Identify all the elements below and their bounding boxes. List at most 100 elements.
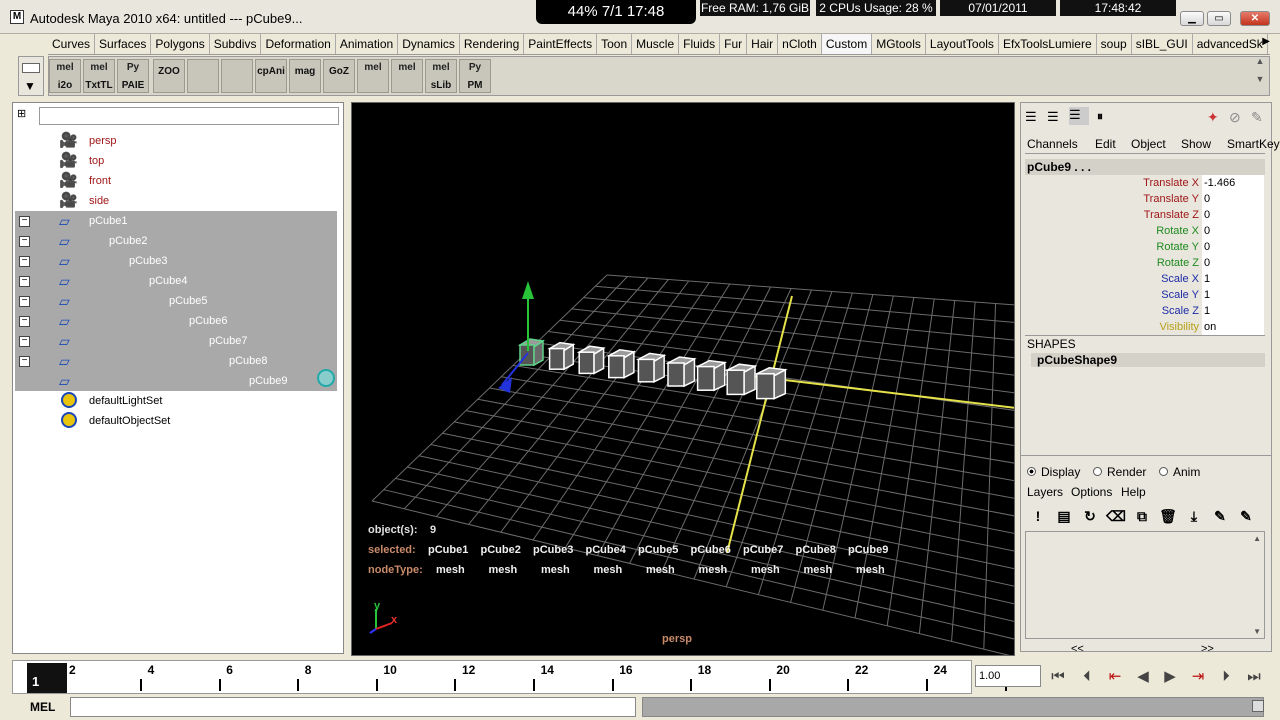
current-frame-field[interactable]: 1.00 — [975, 665, 1041, 687]
layer-menu-layers[interactable]: Layers — [1027, 485, 1063, 499]
outliner-item-defaultObjectSet[interactable]: defaultObjectSet — [15, 411, 337, 431]
go-to-start-icon[interactable]: ⏮ — [1046, 666, 1070, 688]
collapse-icon[interactable]: − — [19, 236, 30, 247]
shelf-tool-icon[interactable]: mel TxtTL — [83, 59, 115, 93]
play-forwards-icon[interactable]: ▶ — [1158, 666, 1182, 688]
layer-mode-render[interactable]: Render — [1093, 465, 1146, 479]
collapse-icon[interactable]: − — [19, 216, 30, 227]
shelf-tool-icon[interactable]: GoZ — [323, 59, 355, 93]
shelf-tool-icon[interactable]: mag — [289, 59, 321, 93]
channel-value-field[interactable]: -1.466 — [1202, 175, 1264, 191]
shelf-scroll-up-icon[interactable]: ▲ — [1250, 56, 1270, 66]
manipulator-z-arrow-icon[interactable] — [498, 377, 512, 393]
alert-icon[interactable]: ! — [1027, 505, 1049, 527]
channel-name[interactable]: Scale X — [1161, 271, 1199, 287]
channel-menu-object[interactable]: Object — [1131, 137, 1166, 151]
scroll-right-button[interactable]: >> — [1201, 643, 1214, 655]
channel-value-field[interactable]: 0 — [1202, 239, 1264, 255]
channel-name[interactable]: Translate Y — [1143, 191, 1199, 207]
move-down-icon[interactable]: ⤓ — [1183, 505, 1205, 527]
layer-scroll-down-icon[interactable]: ▼ — [1253, 627, 1261, 636]
channel-name[interactable]: Rotate X — [1156, 223, 1199, 239]
outliner-item-pcube4[interactable]: − ▱ pCube4 — [15, 271, 337, 291]
attribute-editor-icon[interactable]: ⊘ — [1229, 109, 1241, 126]
cube-mesh[interactable] — [576, 345, 606, 375]
time-slider[interactable]: 1 2 4 6 8 10 12 14 16 18 20 22 24 — [12, 660, 1007, 694]
outliner-item-side[interactable]: 🎥 side — [15, 191, 337, 211]
outliner-item-pcube6[interactable]: − ▱ pCube6 — [15, 311, 337, 331]
delete-icon[interactable]: 🗑 — [1157, 505, 1179, 527]
channel-row[interactable]: Rotate Y0 — [1025, 239, 1265, 255]
shelf-tab-deformation[interactable]: Deformation — [261, 34, 336, 54]
collapse-icon[interactable]: − — [19, 276, 30, 287]
shelf-tab-custom[interactable]: Custom — [821, 34, 873, 54]
channel-name[interactable]: Translate Z — [1144, 207, 1199, 223]
outliner-item-pcube9[interactable]: ▱ pCube9 — [15, 371, 337, 391]
channel-value-field[interactable]: 1 — [1202, 287, 1264, 303]
shelf-tabs-toggle-icon[interactable] — [22, 63, 40, 73]
step-back-key-icon[interactable]: ⇤ — [1103, 666, 1127, 688]
outliner-item-front[interactable]: 🎥 front — [15, 171, 337, 191]
channel-value-field[interactable]: 0 — [1202, 255, 1264, 271]
cube-chain[interactable] — [517, 338, 788, 400]
cube-mesh[interactable] — [547, 341, 576, 371]
new-layer-selected-icon[interactable]: ✎ — [1235, 505, 1257, 527]
outliner-item-pcube1[interactable]: − ▱ pCube1 — [15, 211, 337, 231]
current-frame-marker[interactable]: 1 — [27, 663, 67, 693]
layers-icon[interactable]: ▤ — [1053, 505, 1075, 527]
channel-row[interactable]: Scale X1 — [1025, 271, 1265, 287]
outliner-item-pcube2[interactable]: − ▱ pCube2 — [15, 231, 337, 251]
radio-icon[interactable] — [1027, 467, 1036, 476]
channel-layout-1-icon[interactable]: ☰ — [1025, 109, 1037, 125]
channel-row[interactable]: Scale Z1 — [1025, 303, 1265, 319]
channel-name[interactable]: Scale Z — [1162, 303, 1199, 319]
shelf-tab-dynamics[interactable]: Dynamics — [398, 34, 460, 54]
manipulator-y-arrow-icon[interactable] — [522, 281, 534, 299]
outliner-search-input[interactable] — [39, 107, 339, 125]
outliner-item-top[interactable]: 🎥 top — [15, 151, 337, 171]
cube-mesh[interactable] — [606, 349, 637, 379]
outliner-item-pcube3[interactable]: − ▱ pCube3 — [15, 251, 337, 271]
shelf-tab-fluids[interactable]: Fluids — [679, 34, 721, 54]
channel-menu-smartkey[interactable]: SmartKey — [1227, 137, 1280, 151]
shelf-tabs-scroll-icon[interactable]: ▶ — [1262, 36, 1270, 47]
shelf-tab-ncloth[interactable]: nCloth — [778, 34, 822, 54]
shelf-tab-advancedsk[interactable]: advancedSk — [1193, 34, 1268, 54]
shelf-tool-icon[interactable]: mel — [357, 59, 389, 93]
shelf-tab-toon[interactable]: Toon — [597, 34, 633, 54]
shelf-tab-soup[interactable]: soup — [1097, 34, 1132, 54]
shelf-tool-icon[interactable]: ZOO — [153, 59, 185, 93]
channel-row[interactable]: Translate Y0 — [1025, 191, 1265, 207]
layer-mode-anim[interactable]: Anim — [1159, 465, 1200, 479]
refresh-icon[interactable]: ↻ — [1079, 505, 1101, 527]
play-backwards-icon[interactable]: ◀ — [1131, 666, 1155, 688]
collapse-icon[interactable]: − — [19, 256, 30, 267]
shelf-tool-icon[interactable]: mel i2o — [49, 59, 81, 93]
shelf-scroll[interactable]: ▲ ▼ — [1250, 56, 1270, 96]
channel-row[interactable]: Rotate Z0 — [1025, 255, 1265, 271]
shape-name[interactable]: pCubeShape9 — [1031, 353, 1265, 367]
shelf-tab-sibl_gui[interactable]: sIBL_GUI — [1132, 34, 1193, 54]
outliner-filter-icon[interactable]: ⊞ — [17, 107, 35, 125]
shelf-tool-icon[interactable] — [187, 59, 219, 93]
channel-menu-show[interactable]: Show — [1181, 137, 1211, 151]
outliner-item-defaultLightSet[interactable]: defaultLightSet — [15, 391, 337, 411]
step-back-frame-icon[interactable]: ⏴ — [1075, 666, 1099, 688]
cube-mesh[interactable] — [724, 363, 758, 396]
shelf-tab-muscle[interactable]: Muscle — [632, 34, 680, 54]
shelf-tab-animation[interactable]: Animation — [336, 34, 399, 54]
radio-icon[interactable] — [1093, 467, 1102, 476]
collapse-icon[interactable]: − — [19, 296, 30, 307]
mel-input[interactable] — [70, 697, 636, 717]
layer-list[interactable]: ▲ ▼ — [1025, 531, 1265, 639]
cube-mesh[interactable] — [635, 352, 667, 384]
channel-box-object-name[interactable]: pCube9 . . . — [1025, 159, 1265, 175]
channel-name[interactable]: Translate X — [1143, 175, 1199, 191]
shelf-tool-icon[interactable]: Py PM — [459, 59, 491, 93]
go-to-end-icon[interactable]: ⏭ — [1242, 666, 1266, 688]
channel-value-field[interactable]: 1 — [1202, 271, 1264, 287]
outliner-item-pcube7[interactable]: − ▱ pCube7 — [15, 331, 337, 351]
pause-icon[interactable]: ⏸ — [1097, 109, 1103, 124]
close-button[interactable]: ✕ — [1240, 11, 1270, 26]
shelf-scroll-down-icon[interactable]: ▼ — [1250, 74, 1270, 84]
